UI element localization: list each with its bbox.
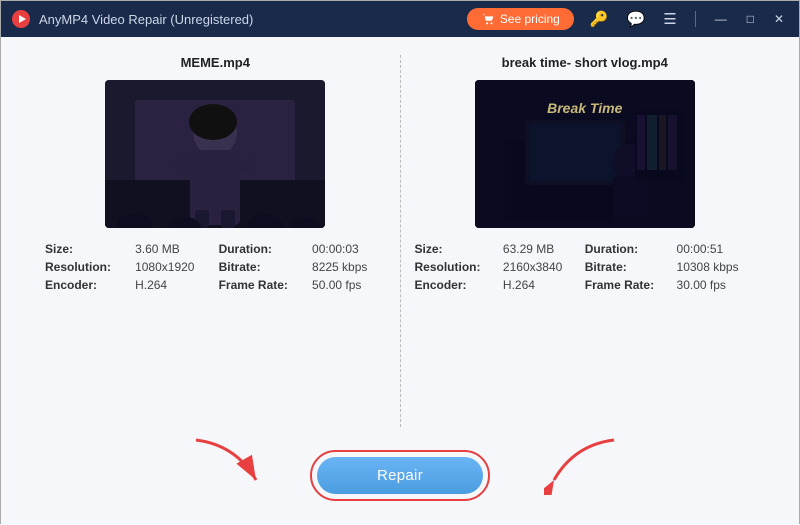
maximize-button[interactable]: □ xyxy=(742,10,759,28)
minimize-button[interactable]: — xyxy=(710,10,732,28)
left-panel: MEME.mp4 xyxy=(31,55,400,427)
right-resolution-value: 2160x3840 xyxy=(503,260,579,274)
bottom-repair-section: Repair xyxy=(31,435,769,515)
app-logo-icon xyxy=(11,9,31,29)
left-framerate-value: 50.00 fps xyxy=(312,278,385,292)
left-bitrate-value: 8225 kbps xyxy=(312,260,385,274)
left-encoder-label: Encoder: xyxy=(45,278,129,292)
right-video-thumbnail: Break Time xyxy=(475,80,695,228)
right-size-label: Size: xyxy=(415,242,497,256)
main-content: MEME.mp4 xyxy=(1,37,799,525)
left-size-value: 3.60 MB xyxy=(135,242,212,256)
left-thumb-image xyxy=(105,80,325,228)
right-panel-title: break time- short vlog.mp4 xyxy=(502,55,668,70)
left-video-thumbnail xyxy=(105,80,325,228)
panels-row: MEME.mp4 xyxy=(31,55,769,427)
repair-button-wrapper: Repair xyxy=(310,450,490,501)
left-framerate-label: Frame Rate: xyxy=(219,278,306,292)
menu-icon[interactable]: ☰ xyxy=(659,8,680,30)
right-resolution-label: Resolution: xyxy=(415,260,497,274)
close-button[interactable]: ✕ xyxy=(769,10,789,28)
right-bitrate-label: Bitrate: xyxy=(585,260,671,274)
left-arrow-icon xyxy=(186,435,266,495)
left-size-label: Size: xyxy=(45,242,129,256)
titlebar: AnyMP4 Video Repair (Unregistered) See p… xyxy=(1,1,799,37)
left-resolution-value: 1080x1920 xyxy=(135,260,212,274)
right-encoder-label: Encoder: xyxy=(415,278,497,292)
right-size-value: 63.29 MB xyxy=(503,242,579,256)
left-duration-label: Duration: xyxy=(219,242,306,256)
left-resolution-label: Resolution: xyxy=(45,260,129,274)
right-encoder-value: H.264 xyxy=(503,278,579,292)
app-title: AnyMP4 Video Repair (Unregistered) xyxy=(39,12,467,27)
titlebar-separator xyxy=(695,11,696,27)
right-meta-grid: Size: 63.29 MB Duration: 00:00:51 Resolu… xyxy=(411,242,760,292)
titlebar-controls: 🔑 💬 ☰ — □ ✕ xyxy=(586,8,789,30)
right-arrow-icon xyxy=(544,435,624,495)
right-panel: break time- short vlog.mp4 xyxy=(400,55,770,427)
see-pricing-button[interactable]: See pricing xyxy=(467,8,574,30)
repair-button[interactable]: Repair xyxy=(317,457,483,494)
right-duration-label: Duration: xyxy=(585,242,671,256)
right-framerate-label: Frame Rate: xyxy=(585,278,671,292)
pricing-btn-label: See pricing xyxy=(500,12,560,26)
left-bitrate-label: Bitrate: xyxy=(219,260,306,274)
cart-icon xyxy=(481,12,495,26)
left-meta-grid: Size: 3.60 MB Duration: 00:00:03 Resolut… xyxy=(41,242,390,292)
right-duration-value: 00:00:51 xyxy=(677,242,755,256)
left-duration-value: 00:00:03 xyxy=(312,242,385,256)
chat-icon[interactable]: 💬 xyxy=(623,8,650,30)
key-icon[interactable]: 🔑 xyxy=(586,8,613,30)
right-framerate-value: 30.00 fps xyxy=(677,278,755,292)
right-thumb-overlay-text: Break Time xyxy=(547,100,622,116)
right-thumb-overlay: Break Time xyxy=(475,80,695,228)
left-panel-title: MEME.mp4 xyxy=(181,55,250,70)
left-encoder-value: H.264 xyxy=(135,278,212,292)
right-bitrate-value: 10308 kbps xyxy=(677,260,755,274)
